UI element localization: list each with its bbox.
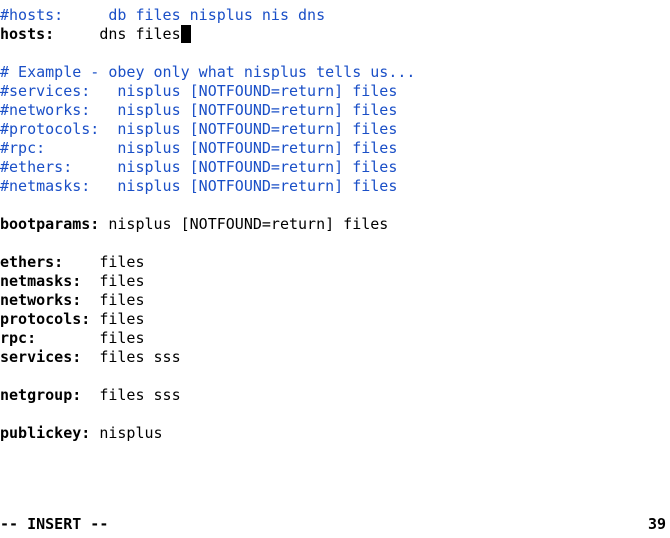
entry-value: files xyxy=(99,291,144,309)
comment-text: # Example - obey only what nisplus tells… xyxy=(0,63,415,81)
entry-key: rpc: xyxy=(0,329,99,347)
editor-line-6[interactable]: #protocols: nisplus [NOTFOUND=return] fi… xyxy=(0,120,670,139)
editor-line-4[interactable]: #services: nisplus [NOTFOUND=return] fil… xyxy=(0,82,670,101)
entry-value: files sss xyxy=(99,348,180,366)
editor-line-0[interactable]: #hosts: db files nisplus nis dns xyxy=(0,6,670,25)
editor-line-12[interactable] xyxy=(0,234,670,253)
editor-line-7[interactable]: #rpc: nisplus [NOTFOUND=return] files xyxy=(0,139,670,158)
editor-line-13[interactable]: ethers: files xyxy=(0,253,670,272)
vim-status-bar: -- INSERT -- 39 xyxy=(0,515,670,534)
entry-key: networks: xyxy=(0,291,99,309)
entry-value: nisplus xyxy=(99,424,162,442)
editor-line-22[interactable]: publickey: nisplus xyxy=(0,424,670,443)
vim-mode: -- INSERT -- xyxy=(0,515,108,534)
comment-text: #hosts: db files nisplus nis dns xyxy=(0,6,325,24)
editor-line-19[interactable] xyxy=(0,367,670,386)
text-cursor xyxy=(181,25,191,43)
comment-text: #ethers: nisplus [NOTFOUND=return] files xyxy=(0,158,397,176)
editor-line-1[interactable]: hosts: dns files xyxy=(0,25,670,44)
editor-line-15[interactable]: networks: files xyxy=(0,291,670,310)
entry-value: files xyxy=(99,329,144,347)
entry-value: nisplus [NOTFOUND=return] files xyxy=(108,215,388,233)
editor-line-20[interactable]: netgroup: files sss xyxy=(0,386,670,405)
entry-key: bootparams: xyxy=(0,215,108,233)
entry-key: ethers: xyxy=(0,253,99,271)
editor-line-16[interactable]: protocols: files xyxy=(0,310,670,329)
editor-line-17[interactable]: rpc: files xyxy=(0,329,670,348)
comment-text: #rpc: nisplus [NOTFOUND=return] files xyxy=(0,139,397,157)
vim-editor[interactable]: #hosts: db files nisplus nis dnshosts: d… xyxy=(0,0,670,462)
editor-line-21[interactable] xyxy=(0,405,670,424)
editor-line-18[interactable]: services: files sss xyxy=(0,348,670,367)
entry-key: netgroup: xyxy=(0,386,99,404)
editor-line-5[interactable]: #networks: nisplus [NOTFOUND=return] fil… xyxy=(0,101,670,120)
editor-line-8[interactable]: #ethers: nisplus [NOTFOUND=return] files xyxy=(0,158,670,177)
editor-line-9[interactable]: #netmasks: nisplus [NOTFOUND=return] fil… xyxy=(0,177,670,196)
entry-key: protocols: xyxy=(0,310,99,328)
comment-text: #protocols: nisplus [NOTFOUND=return] fi… xyxy=(0,120,397,138)
editor-line-2[interactable] xyxy=(0,44,670,63)
entry-value: dns files xyxy=(99,25,180,43)
editor-line-11[interactable]: bootparams: nisplus [NOTFOUND=return] fi… xyxy=(0,215,670,234)
comment-text: #services: nisplus [NOTFOUND=return] fil… xyxy=(0,82,397,100)
editor-line-10[interactable] xyxy=(0,196,670,215)
comment-text: #networks: nisplus [NOTFOUND=return] fil… xyxy=(0,101,397,119)
comment-text: #netmasks: nisplus [NOTFOUND=return] fil… xyxy=(0,177,397,195)
editor-line-23[interactable] xyxy=(0,443,670,462)
entry-key: publickey: xyxy=(0,424,99,442)
editor-line-3[interactable]: # Example - obey only what nisplus tells… xyxy=(0,63,670,82)
entry-value: files xyxy=(99,310,144,328)
editor-line-14[interactable]: netmasks: files xyxy=(0,272,670,291)
entry-key: netmasks: xyxy=(0,272,99,290)
entry-key: hosts: xyxy=(0,25,99,43)
entry-key: services: xyxy=(0,348,99,366)
entry-value: files xyxy=(99,272,144,290)
vim-cursor-position: 39 xyxy=(648,515,670,534)
entry-value: files sss xyxy=(99,386,180,404)
entry-value: files xyxy=(99,253,144,271)
